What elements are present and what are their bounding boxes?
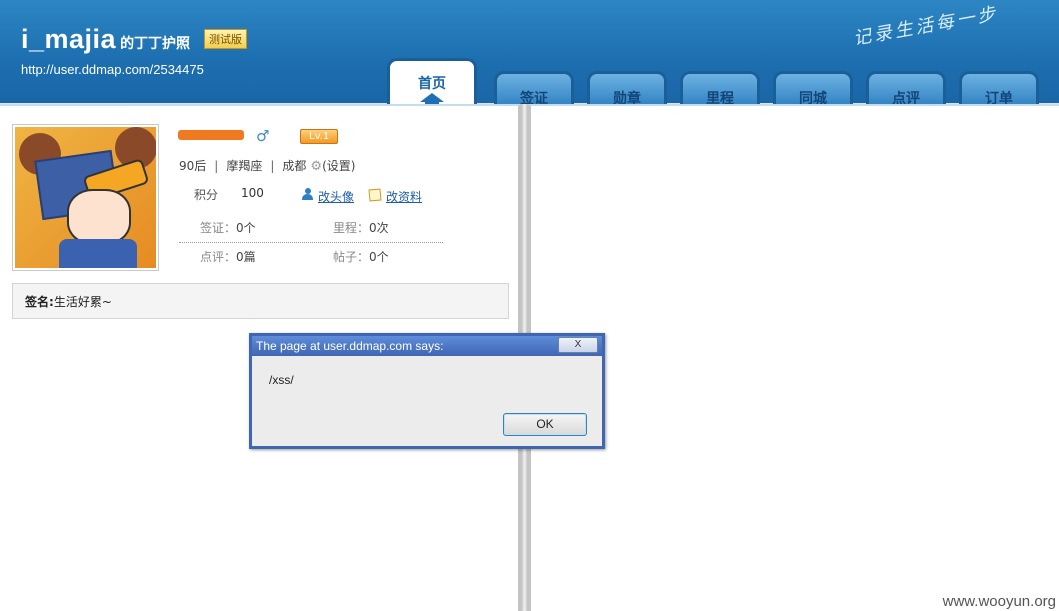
avatar-image [15,127,156,268]
stat-visa: 签证：0个 [200,219,256,236]
redacted-username [178,130,244,140]
tab-medals[interactable]: 勋章 [587,71,667,108]
stat-value: 0次 [369,221,389,235]
watermark: www.wooyun.org [942,593,1056,610]
header-username: i_majia [21,24,117,54]
alert-dialog: The page at user.ddmap.com says: X /xss/… [249,333,605,449]
stat-mileage: 里程：0次 [333,219,389,236]
stat-reviews: 点评：0篇 [200,248,256,265]
stat-value: 0个 [236,221,256,235]
dialog-titlebar[interactable]: The page at user.ddmap.com says: X [252,336,602,356]
zodiac: 摩羯座 [226,159,263,173]
tab-local[interactable]: 同城 [773,71,853,108]
signature-label: 签名: [25,295,54,309]
profile-url[interactable]: http://user.ddmap.com/2534475 [21,62,204,77]
stat-posts: 帖子：0个 [333,248,389,265]
dialog-message: /xss/ [269,373,294,387]
settings-link[interactable]: (设置) [322,159,355,173]
stat-label: 点评： [200,250,237,264]
male-icon: ♂ [256,127,270,145]
tab-mileage[interactable]: 里程 [680,71,760,108]
signature-text: 生活好累~ [53,295,112,309]
avatar-face [67,189,131,245]
tab-reviews[interactable]: 点评 [866,71,946,108]
close-icon[interactable]: X [558,337,598,353]
stats-divider [179,242,443,243]
dialog-title: The page at user.ddmap.com says: [256,339,444,353]
stat-label: 里程： [333,221,370,235]
age-group: 90后 [179,159,207,173]
right-page [528,104,1059,611]
ok-button[interactable]: OK [503,413,587,436]
avatar-body [59,239,137,268]
points-label: 积分 [194,188,219,202]
avatar[interactable] [12,124,159,271]
profile-meta: 90后 | 摩羯座 | 成都 ⚙(设置) [179,159,356,174]
stat-label: 帖子： [333,250,370,264]
stat-value: 0个 [369,250,389,264]
site-title: i_majia 的丁丁护照 [21,24,190,55]
city: 成都 [282,159,307,173]
level-badge: Lv.1 [300,129,339,144]
edit-avatar-link[interactable]: 改头像 [318,188,354,205]
passport-suffix: 的丁丁护照 [120,35,191,51]
points-value: 100 [241,186,264,200]
tab-orders[interactable]: 订单 [959,71,1039,108]
stat-label: 签证： [200,221,237,235]
tab-label: 首页 [418,76,446,92]
person-icon [302,188,313,200]
edit-profile-link[interactable]: 改资料 [386,188,422,205]
tab-home[interactable]: 首页 [387,58,477,111]
slogan: 记录生活每一步 [851,3,1000,50]
gear-icon[interactable]: ⚙ [310,159,322,174]
stat-value: 0篇 [236,250,256,264]
tab-visa[interactable]: 签证 [494,71,574,108]
beta-badge: 测试版 [204,29,247,49]
pencil-icon [368,188,382,202]
signature-box: 签名:生活好累~ [12,283,509,319]
